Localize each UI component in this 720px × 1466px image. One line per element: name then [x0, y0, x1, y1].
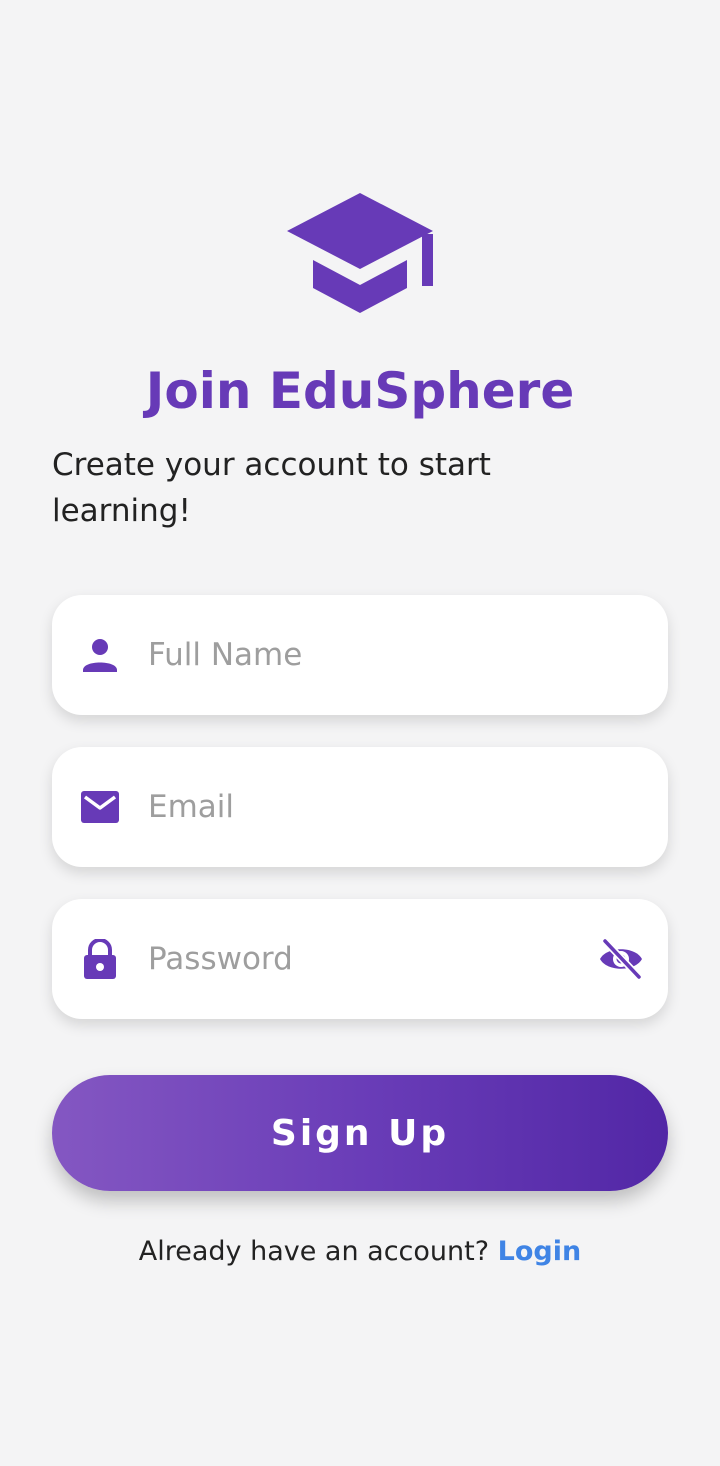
full-name-field[interactable]: [52, 595, 668, 715]
login-prompt-text: Already have an account?: [138, 1236, 490, 1267]
login-prompt: Already have an account? Login: [0, 1230, 720, 1274]
login-link[interactable]: Login: [498, 1236, 582, 1267]
password-field[interactable]: [52, 899, 668, 1019]
email-input[interactable]: [148, 777, 568, 837]
page-title: Join EduSphere: [145, 362, 575, 420]
email-field[interactable]: [52, 747, 668, 867]
graduation-cap-icon: [286, 192, 434, 314]
password-input[interactable]: [148, 929, 568, 989]
person-icon: [80, 635, 120, 675]
lock-icon: [80, 939, 120, 979]
mail-icon: [80, 787, 120, 827]
eye-off-icon[interactable]: [598, 937, 644, 981]
full-name-input[interactable]: [148, 625, 568, 685]
sign-up-button[interactable]: Sign Up: [52, 1075, 668, 1191]
page-subtitle: Create your account to start learning!: [52, 447, 491, 529]
